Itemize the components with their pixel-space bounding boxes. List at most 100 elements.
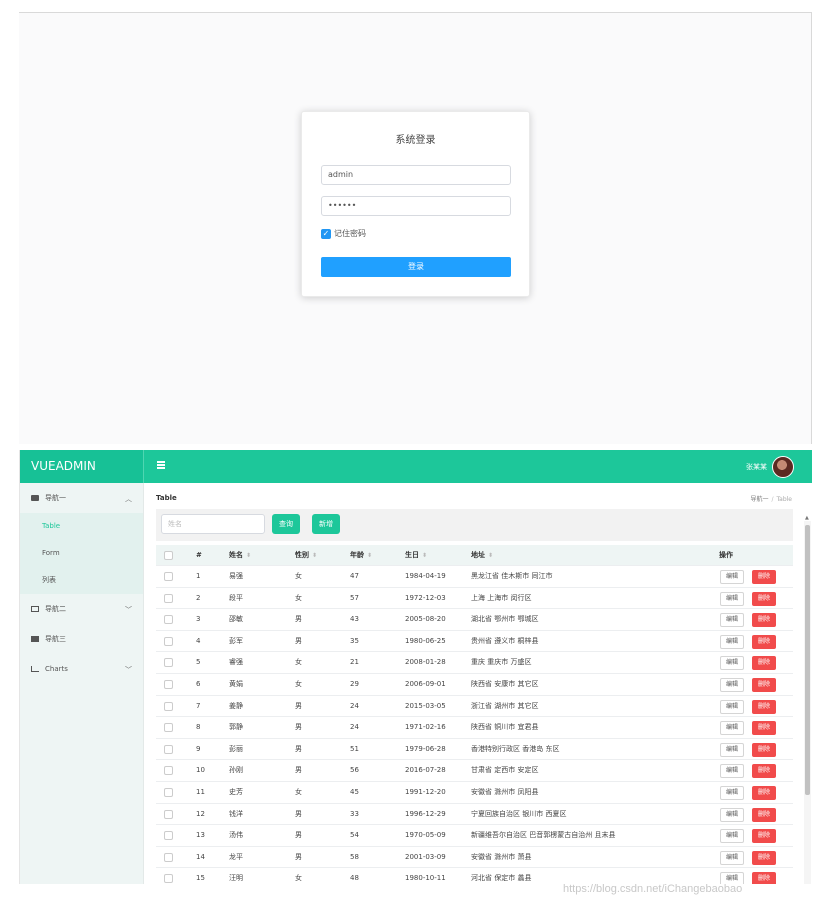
edit-button[interactable]: 编辑 — [720, 677, 744, 692]
sidebar-item-nav2[interactable]: 导航二 ﹀ — [20, 594, 143, 624]
mail-icon — [31, 495, 39, 501]
row-checkbox[interactable] — [164, 572, 173, 581]
delete-button[interactable]: 删除 — [752, 613, 776, 628]
row-checkbox[interactable] — [164, 679, 173, 689]
row-checkbox[interactable] — [164, 636, 173, 646]
add-button[interactable]: 新增 — [312, 514, 340, 534]
row-checkbox[interactable] — [164, 701, 173, 711]
row-checkbox[interactable] — [164, 809, 173, 819]
cell-name: 史芳 — [229, 787, 243, 796]
sort-icon[interactable]: ⬍ — [246, 552, 251, 559]
edit-button[interactable]: 编辑 — [720, 570, 744, 584]
scrollbar-thumb[interactable] — [805, 525, 810, 795]
column-header-birth[interactable]: 生日 ⬍ — [405, 545, 427, 566]
edit-button[interactable]: 编辑 — [720, 742, 744, 757]
delete-button[interactable]: 删除 — [752, 850, 776, 865]
row-checkbox[interactable] — [164, 615, 173, 625]
delete-button[interactable]: 删除 — [752, 634, 776, 649]
row-checkbox[interactable] — [164, 766, 173, 776]
row-checkbox[interactable] — [164, 744, 173, 754]
name-search-input[interactable]: 姓名 — [161, 514, 265, 534]
table-row: 15 汪明女 48 1980-10-11 河北省 保定市 蠡县 编辑 删除 — [156, 868, 793, 884]
delete-button[interactable]: 删除 — [752, 872, 776, 884]
column-header-label: 年龄 — [350, 551, 364, 559]
row-checkbox[interactable] — [164, 787, 173, 797]
edit-button[interactable]: 编辑 — [720, 699, 744, 714]
vertical-scrollbar[interactable]: ▲ ▼ — [804, 515, 811, 884]
column-header-address[interactable]: 地址 ⬍ — [471, 545, 493, 566]
delete-button[interactable]: 删除 — [752, 570, 776, 584]
edit-button[interactable]: 编辑 — [720, 656, 744, 671]
cell-name: 郭静 — [229, 723, 243, 732]
scroll-up-icon[interactable]: ▲ — [805, 515, 809, 521]
delete-button[interactable]: 删除 — [752, 764, 776, 779]
cell-sex: 女 — [295, 593, 302, 602]
sidebar-sub-form[interactable]: Form — [20, 540, 143, 567]
cell-address: 安徽省 滁州市 萧县 — [471, 852, 532, 861]
row-checkbox[interactable] — [164, 874, 173, 884]
username[interactable]: 张某某 — [746, 462, 767, 472]
sidebar: 导航一 ︿ Table Form 列表 导航二 ﹀ 导航三 Charts ﹀ — [20, 483, 144, 884]
edit-button[interactable]: 编辑 — [720, 764, 744, 779]
row-checkbox[interactable] — [164, 831, 173, 841]
cell-sex: 男 — [295, 636, 302, 645]
edit-button[interactable]: 编辑 — [720, 850, 744, 865]
sort-icon[interactable]: ⬍ — [488, 552, 493, 559]
query-button[interactable]: 查询 — [272, 514, 300, 534]
cell-index: 15 — [196, 874, 205, 883]
edit-button[interactable]: 编辑 — [720, 613, 744, 628]
sort-icon[interactable]: ⬍ — [422, 552, 427, 559]
delete-button[interactable]: 删除 — [752, 677, 776, 692]
cell-sex: 男 — [295, 701, 302, 710]
avatar[interactable] — [772, 456, 794, 478]
cell-index: 2 — [196, 593, 201, 602]
username-input[interactable]: admin — [321, 165, 511, 185]
delete-button[interactable]: 删除 — [752, 742, 776, 757]
table-row: 2 段平 女 57 1972-12-03 上海 上海市 闵行区 编辑 删除 — [156, 588, 793, 610]
edit-button[interactable]: 编辑 — [720, 721, 744, 736]
sidebar-item-label: 导航二 — [45, 605, 66, 613]
delete-button[interactable]: 删除 — [752, 656, 776, 671]
hamburger-icon[interactable] — [157, 461, 165, 469]
delete-button[interactable]: 删除 — [752, 699, 776, 714]
sidebar-item-charts[interactable]: Charts ﹀ — [20, 654, 143, 684]
sort-icon[interactable]: ⬍ — [312, 552, 317, 559]
cell-name: 易强 — [229, 572, 243, 580]
delete-button[interactable]: 删除 — [752, 785, 776, 800]
column-header-age[interactable]: 年龄 ⬍ — [350, 545, 372, 566]
select-all-checkbox[interactable] — [164, 551, 173, 560]
row-checkbox[interactable] — [164, 658, 173, 668]
sidebar-item-nav3[interactable]: 导航三 — [20, 624, 143, 654]
row-checkbox[interactable] — [164, 852, 173, 862]
edit-button[interactable]: 编辑 — [720, 591, 744, 606]
cell-sex: 女 — [295, 874, 302, 883]
sidebar-item-nav1[interactable]: 导航一 ︿ — [20, 483, 143, 513]
delete-button[interactable]: 删除 — [752, 721, 776, 736]
cell-age: 24 — [350, 701, 359, 710]
sidebar-sub-table[interactable]: Table — [20, 513, 143, 540]
page-title: Table — [156, 494, 177, 502]
row-checkbox[interactable] — [164, 593, 173, 603]
cell-age: 51 — [350, 744, 359, 753]
edit-button[interactable]: 编辑 — [720, 829, 744, 844]
edit-button[interactable]: 编辑 — [720, 807, 744, 822]
bar-chart-icon — [31, 666, 39, 672]
delete-button[interactable]: 删除 — [752, 807, 776, 822]
password-input[interactable]: •••••• — [321, 196, 511, 216]
sidebar-sub-list[interactable]: 列表 — [20, 567, 143, 594]
edit-button[interactable]: 编辑 — [720, 785, 744, 800]
sort-icon[interactable]: ⬍ — [367, 552, 372, 559]
column-header-name[interactable]: 姓名 ⬍ — [229, 545, 251, 566]
delete-button[interactable]: 删除 — [752, 591, 776, 606]
cell-address: 湖北省 鄂州市 鄂城区 — [471, 615, 539, 624]
cell-age: 33 — [350, 809, 359, 818]
breadcrumb-root[interactable]: 导航一 — [750, 496, 768, 503]
edit-button[interactable]: 编辑 — [720, 634, 744, 649]
row-checkbox[interactable] — [164, 723, 173, 733]
column-header-sex[interactable]: 性别 ⬍ — [295, 545, 317, 566]
remember-password-checkbox[interactable]: ✓ 记住密码 — [321, 228, 366, 239]
login-button[interactable]: 登录 — [321, 257, 511, 277]
table-row: 9 彭丽 男 51 1979-06-28 香港特别行政区 香港岛 东区 编辑 删除 — [156, 739, 793, 761]
cell-index: 7 — [196, 701, 201, 710]
delete-button[interactable]: 删除 — [752, 829, 776, 844]
